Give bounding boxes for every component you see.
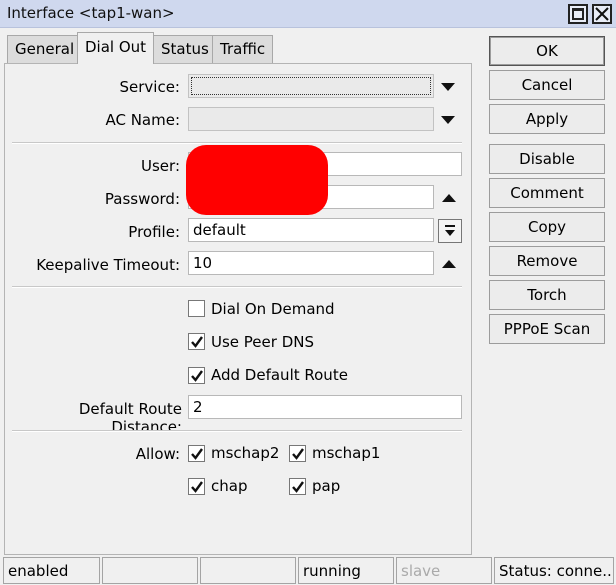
check-icon — [292, 481, 304, 493]
separator — [12, 430, 462, 432]
dial-on-demand-label: Dial On Demand — [211, 300, 335, 318]
comment-button[interactable]: Comment — [489, 178, 605, 208]
redaction-overlay — [186, 145, 328, 215]
tab-status[interactable]: Status — [153, 35, 217, 63]
password-label: Password: — [104, 190, 180, 208]
chap-checkbox[interactable] — [188, 478, 205, 495]
check-icon — [292, 448, 304, 460]
mschap1-checkbox[interactable] — [289, 445, 306, 462]
use-peer-dns-label: Use Peer DNS — [211, 333, 314, 351]
disable-button[interactable]: Disable — [489, 144, 605, 174]
close-button[interactable] — [592, 4, 612, 24]
separator — [12, 142, 462, 144]
close-icon — [595, 7, 609, 21]
remove-button[interactable]: Remove — [489, 246, 605, 276]
tab-general[interactable]: General — [7, 35, 83, 63]
password-collapse-arrow-icon[interactable] — [442, 194, 456, 202]
ac-name-select[interactable] — [188, 107, 434, 131]
maximize-button[interactable] — [568, 4, 588, 24]
keepalive-collapse-arrow-icon[interactable] — [442, 260, 456, 268]
service-label: Service: — [119, 78, 181, 96]
mschap2-checkbox[interactable] — [188, 445, 205, 462]
ac-name-dropdown-arrow-icon[interactable] — [441, 116, 455, 124]
status-connection: Status: conne... — [494, 557, 614, 584]
pppoe-scan-button[interactable]: PPPoE Scan — [489, 314, 605, 344]
status-cell-empty — [102, 557, 198, 584]
keepalive-label: Keepalive Timeout: — [36, 256, 180, 274]
profile-dropdown-button[interactable] — [438, 219, 462, 243]
mschap1-label: mschap1 — [312, 444, 381, 462]
user-label: User: — [141, 157, 180, 175]
status-enabled: enabled — [3, 557, 100, 584]
mschap2-label: mschap2 — [211, 444, 280, 462]
allow-label: Allow: — [135, 445, 180, 463]
tab-traffic[interactable]: Traffic — [212, 35, 274, 63]
profile-select[interactable]: default — [188, 218, 434, 242]
apply-button[interactable]: Apply — [489, 104, 605, 134]
default-route-distance-input[interactable]: 2 — [188, 395, 462, 419]
ok-button[interactable]: OK — [489, 36, 605, 66]
check-icon — [191, 336, 203, 348]
profile-label: Profile: — [128, 223, 180, 241]
separator — [12, 286, 462, 288]
use-peer-dns-checkbox[interactable] — [188, 333, 205, 350]
keepalive-input[interactable]: 10 — [188, 251, 434, 275]
status-cell-empty — [200, 557, 296, 584]
pap-checkbox[interactable] — [289, 478, 306, 495]
add-default-route-checkbox[interactable] — [188, 367, 205, 384]
ac-name-label: AC Name: — [105, 111, 180, 129]
status-bar: enabled running slave Status: conne... — [0, 557, 616, 585]
add-default-route-label: Add Default Route — [211, 366, 348, 384]
check-icon — [191, 370, 203, 382]
service-select[interactable] — [188, 74, 434, 98]
torch-button[interactable]: Torch — [489, 280, 605, 310]
dropdown-arrow-icon — [445, 225, 455, 236]
window-title: Interface <tap1-wan> — [7, 4, 175, 22]
status-running: running — [298, 557, 394, 584]
status-slave: slave — [396, 557, 492, 584]
tab-dial-out[interactable]: Dial Out — [77, 32, 155, 64]
check-icon — [191, 448, 203, 460]
cancel-button[interactable]: Cancel — [489, 70, 605, 100]
pap-label: pap — [312, 477, 341, 495]
title-bar: Interface <tap1-wan> — [0, 0, 616, 28]
copy-button[interactable]: Copy — [489, 212, 605, 242]
dial-on-demand-checkbox[interactable] — [188, 300, 205, 317]
service-dropdown-arrow-icon[interactable] — [441, 83, 455, 91]
check-icon — [191, 481, 203, 493]
chap-label: chap — [211, 477, 248, 495]
